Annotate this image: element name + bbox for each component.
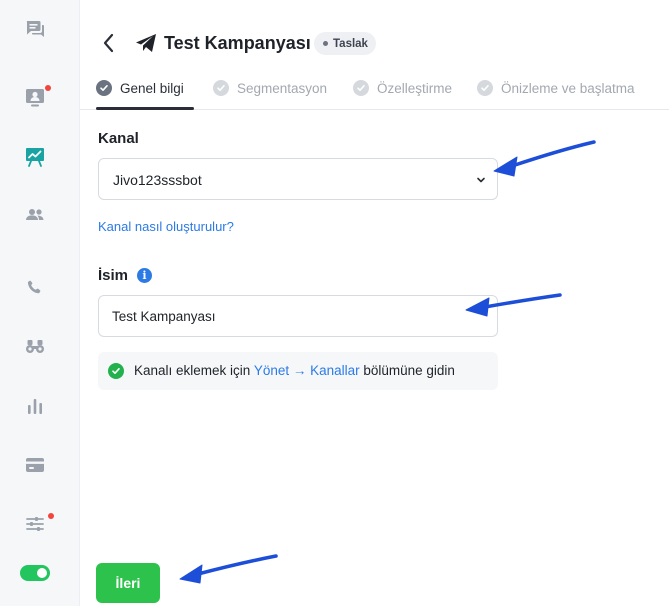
step-general-info[interactable]: Genel bilgi [96, 80, 184, 96]
annotation-arrow [179, 554, 278, 584]
channel-notice: Kanalı eklemek için Yönet → Kanallar böl… [98, 352, 498, 390]
info-icon[interactable]: i [137, 268, 152, 283]
users-icon[interactable] [22, 202, 48, 228]
step-label: Özelleştirme [377, 80, 453, 96]
manage-channels-link[interactable]: Yönet → Kanallar [254, 363, 360, 378]
next-button[interactable]: İleri [96, 563, 160, 603]
check-circle-icon [213, 80, 229, 96]
step-segmentation[interactable]: Segmentasyon [213, 80, 327, 96]
name-label: İsim [98, 267, 129, 284]
notice-text-after: bölümüne gidin [359, 363, 455, 378]
check-circle-icon [96, 80, 112, 96]
annotation-arrow [493, 140, 596, 177]
step-customization[interactable]: Özelleştirme [353, 80, 452, 96]
notification-dot [45, 85, 51, 91]
step-label: Genel bilgi [120, 80, 184, 96]
back-arrow-icon[interactable] [100, 32, 118, 54]
notification-dot [48, 513, 54, 519]
channel-label: Kanal [98, 130, 139, 147]
notice-text: Kanalı eklemek için Yönet → Kanallar böl… [134, 363, 455, 378]
active-step-underline [96, 107, 194, 110]
check-circle-icon [353, 80, 369, 96]
page-header: Test Kampanyası Taslak [80, 0, 669, 70]
credit-card-icon[interactable] [22, 452, 48, 478]
check-circle-icon [477, 80, 493, 96]
page-title: Test Kampanyası [164, 33, 311, 53]
notice-text-before: Kanalı eklemek için [134, 363, 254, 378]
status-label: Taslak [333, 37, 368, 50]
phone-icon[interactable] [22, 275, 48, 301]
status-dot [323, 41, 328, 46]
chevron-down-icon [477, 177, 485, 183]
status-badge: Taslak [314, 32, 376, 55]
binoculars-icon[interactable] [22, 334, 48, 360]
analytics-bars-icon[interactable] [22, 393, 48, 419]
channel-help-link[interactable]: Kanal nasıl oluşturulur? [98, 219, 234, 234]
step-label: Segmentasyon [237, 80, 328, 96]
step-label: Önizleme ve başlatma [501, 80, 635, 96]
settings-sliders-icon[interactable] [22, 511, 48, 537]
channel-select-value: Jivo123sssbot [113, 172, 202, 188]
telegram-plane-icon [136, 34, 156, 52]
check-circle-icon [108, 363, 124, 379]
chat-messages-icon[interactable] [22, 16, 48, 42]
online-status-toggle[interactable] [20, 565, 50, 581]
channel-select[interactable]: Jivo123sssbot [98, 158, 498, 200]
step-preview-launch[interactable]: Önizleme ve başlatma [477, 80, 635, 96]
wizard-steps: Genel bilgi Segmentasyon Özelleştirme Ön… [80, 74, 669, 110]
campaign-board-icon[interactable] [22, 143, 48, 169]
sidebar [0, 0, 80, 606]
campaign-name-input[interactable] [98, 295, 498, 337]
